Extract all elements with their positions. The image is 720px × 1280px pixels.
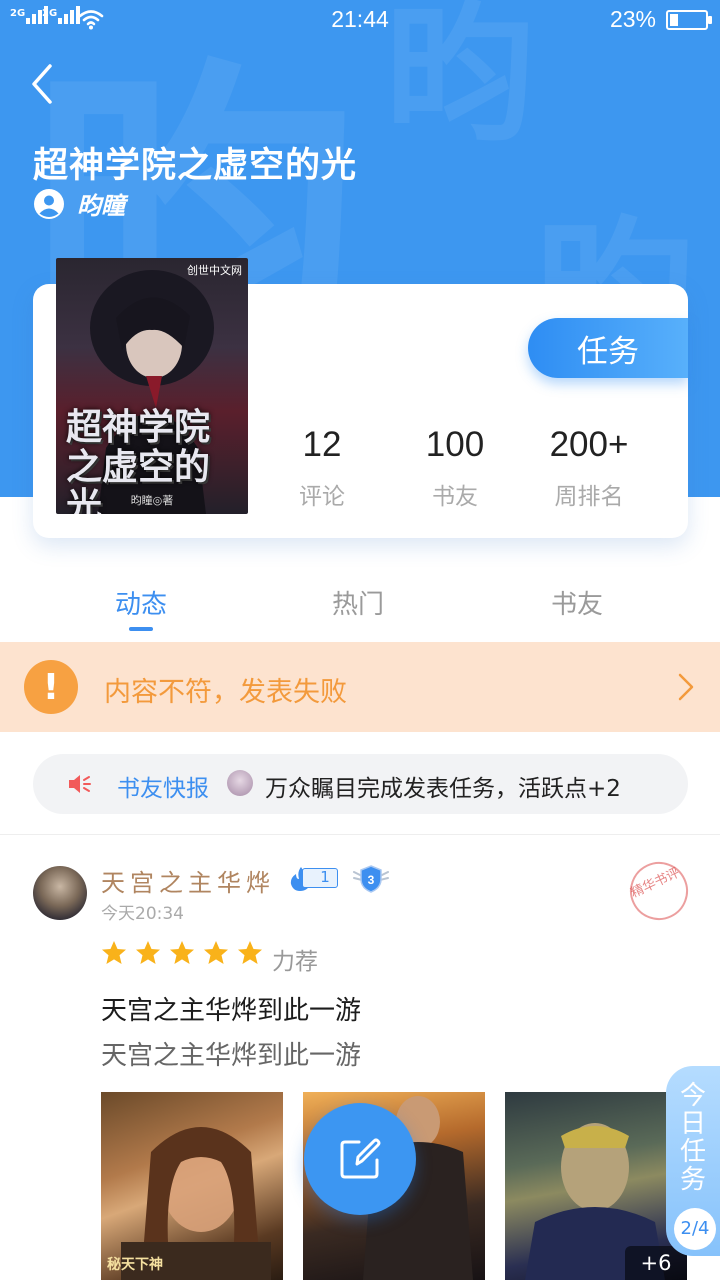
post-username[interactable]: 天宫之主华烨 <box>101 863 275 898</box>
cover-author: 昀瞳◎著 <box>130 494 174 507</box>
back-button[interactable] <box>22 62 66 106</box>
daily-task-progress: 2/4 <box>674 1208 716 1250</box>
stat-comments[interactable]: 12 评论 <box>257 425 387 511</box>
user-icon <box>34 188 64 219</box>
warning-icon: ! <box>24 660 78 714</box>
stat-label: 周排名 <box>554 484 624 510</box>
news-text: 万众瞩目完成发表任务，活跃点+2 <box>265 776 621 802</box>
battery-icon <box>666 10 712 30</box>
compose-button[interactable] <box>304 1103 416 1215</box>
rank-number: 3 <box>368 873 375 887</box>
task-button[interactable]: 任务 <box>528 318 688 378</box>
post-time: 今天20:34 <box>101 904 184 924</box>
star-icon <box>204 941 228 964</box>
tab-bar: 动态 热门 书友 <box>0 568 720 640</box>
divider <box>0 834 720 835</box>
cover-publisher: 创世中文网 <box>187 264 242 277</box>
stat-label: 评论 <box>299 484 345 510</box>
error-banner[interactable]: ! 内容不符，发表失败 <box>0 642 720 732</box>
news-label: 书友快报 <box>117 776 209 802</box>
shield-icon: 3 <box>353 865 389 893</box>
news-ticker[interactable]: 书友快报 万众瞩目完成发表任务，活跃点+2 <box>33 754 688 814</box>
rating-label: 力荐 <box>272 949 318 975</box>
portrait-image <box>121 1127 271 1280</box>
post-image[interactable]: 秘天下神 <box>101 1092 283 1280</box>
stat-value: 200+ <box>549 425 629 464</box>
back-arrow-icon <box>32 64 52 104</box>
avatar <box>227 770 253 796</box>
book-cover[interactable]: 创世中文网 超神学院之虚空的光 昀瞳◎著 <box>56 258 248 514</box>
author-name: 昀瞳 <box>77 191 125 220</box>
author-row[interactable]: 昀瞳 <box>33 186 125 221</box>
stat-label: 书友 <box>432 484 478 510</box>
stat-value: 100 <box>425 425 485 464</box>
stat-value: 12 <box>302 425 342 464</box>
post-image[interactable]: +6 <box>505 1092 687 1280</box>
essence-seal: 精华书评 <box>620 852 698 930</box>
tab-indicator <box>129 627 153 631</box>
battery-percent: 23% <box>609 6 656 32</box>
star-icon <box>238 941 262 964</box>
daily-task-button[interactable]: 今日任务 2/4 <box>666 1066 720 1256</box>
avatar[interactable] <box>33 866 87 920</box>
rating-stars <box>101 940 263 966</box>
book-title: 超神学院之虚空的光 <box>33 146 358 186</box>
tab-hot[interactable]: 热门 <box>298 584 418 621</box>
tab-activity[interactable]: 动态 <box>81 584 201 621</box>
level-badge: 1 <box>288 866 338 891</box>
error-message: 内容不符，发表失败 <box>104 677 347 708</box>
star-icon <box>102 941 126 964</box>
image-caption: 秘天下神 <box>107 1257 163 1273</box>
star-icon <box>136 941 160 964</box>
tab-readers[interactable]: 书友 <box>517 584 637 621</box>
chevron-right-icon <box>678 673 694 701</box>
status-bar: 2G 2G 21:44 23% <box>0 0 720 40</box>
star-icon <box>170 941 194 964</box>
level-number: 1 <box>302 868 338 888</box>
post-title[interactable]: 天宫之主华烨到此一游 <box>101 990 361 1027</box>
edit-icon <box>340 1138 381 1179</box>
speaker-icon <box>69 775 91 793</box>
stat-readers[interactable]: 100 书友 <box>390 425 520 511</box>
daily-task-label: 今日任务 <box>679 1081 706 1195</box>
post-body[interactable]: 天宫之主华烨到此一游 <box>101 1035 361 1072</box>
stat-weekly-rank[interactable]: 200+ 周排名 <box>524 425 654 511</box>
